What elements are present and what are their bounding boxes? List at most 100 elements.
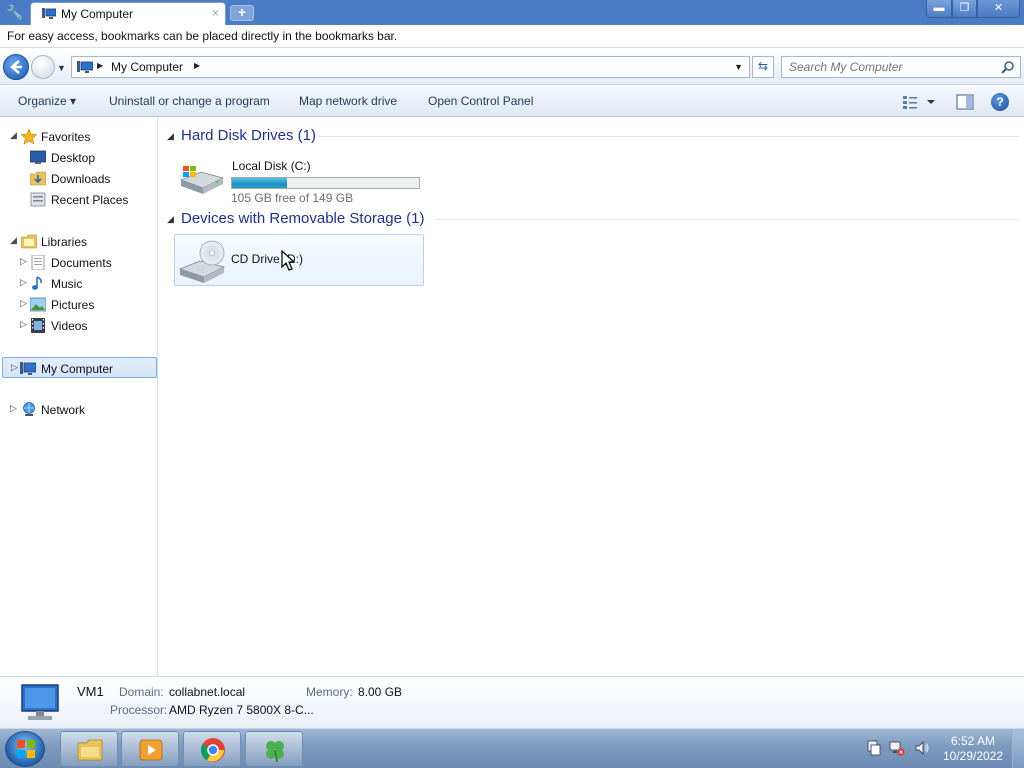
local-disk-free-space: 105 GB free of 149 GB: [231, 191, 354, 205]
maximize-button[interactable]: ❐: [952, 0, 977, 18]
address-row: ▼ ▶ My Computer ▶ ▼ ⇆: [0, 49, 1024, 85]
cd-drive-d[interactable]: CD Drive (D:): [174, 234, 424, 286]
breadcrumb-my-computer[interactable]: My Computer: [111, 60, 183, 74]
nav-favorites[interactable]: ◢ Favorites: [4, 126, 154, 147]
documents-icon: [30, 254, 46, 271]
nav-desktop[interactable]: Desktop: [4, 147, 154, 168]
expand-arrow-icon[interactable]: ▷: [11, 362, 18, 373]
collapse-arrow-icon[interactable]: ◢: [167, 131, 174, 142]
command-bar: Organize ▾ Uninstall or change a program…: [0, 86, 1024, 117]
content-area: ◢ Hard Disk Drives (1) Local Disk (C:) 1…: [159, 118, 1024, 676]
nav-music[interactable]: ▷ Music: [4, 273, 154, 294]
folder-icon: [77, 739, 103, 761]
start-button[interactable]: [5, 731, 45, 767]
collapse-arrow-icon[interactable]: ◢: [10, 130, 17, 141]
show-desktop-button[interactable]: [1012, 729, 1024, 768]
taskbar-explorer[interactable]: [60, 731, 118, 767]
pictures-icon: [29, 297, 47, 312]
star-icon: [20, 128, 38, 145]
expand-arrow-icon[interactable]: ▷: [20, 277, 27, 288]
forward-button[interactable]: [31, 55, 55, 79]
nav-videos[interactable]: ▷ Videos: [4, 315, 154, 336]
nav-recent-places-label: Recent Places: [51, 193, 129, 207]
nav-pictures-label: Pictures: [51, 298, 95, 312]
taskbar: 6:52 AM 10/29/2022: [0, 728, 1024, 768]
tab-my-computer[interactable]: My Computer ×: [30, 2, 226, 25]
network-disconnected-icon[interactable]: [889, 740, 905, 756]
local-disk-c[interactable]: Local Disk (C:) 105 GB free of 149 GB: [175, 154, 425, 205]
cd-drive-icon: [178, 240, 226, 283]
preview-pane-icon[interactable]: [956, 94, 974, 110]
nav-my-computer[interactable]: ▷ My Computer: [2, 357, 157, 378]
open-control-panel-button[interactable]: Open Control Panel: [428, 94, 533, 108]
computer-icon: [77, 61, 93, 73]
address-bar[interactable]: ▶ My Computer ▶ ▼: [71, 56, 750, 78]
clover-icon: [266, 741, 284, 763]
disk-usage-fill: [232, 178, 288, 188]
nav-videos-label: Videos: [51, 319, 88, 333]
address-dropdown-icon[interactable]: ▼: [734, 62, 743, 72]
downloads-folder-icon: [29, 171, 47, 186]
processor-label: Processor:: [110, 703, 168, 717]
nav-network[interactable]: ▷ Network: [4, 399, 154, 420]
search-input[interactable]: [789, 59, 999, 75]
clock[interactable]: 6:52 AM 10/29/2022: [940, 734, 1006, 764]
collapse-arrow-icon[interactable]: ◢: [167, 214, 174, 225]
clock-time: 6:52 AM: [950, 734, 996, 748]
computer-monitor-icon: [21, 684, 59, 720]
domain-label: Domain:: [119, 685, 164, 699]
nav-libraries-label: Libraries: [41, 235, 88, 249]
local-disk-name: Local Disk (C:): [232, 159, 311, 173]
help-button[interactable]: ?: [991, 93, 1009, 111]
mouse-cursor-icon: [281, 250, 296, 271]
nav-pictures[interactable]: ▷ Pictures: [4, 294, 154, 315]
collapse-arrow-icon[interactable]: ◢: [10, 235, 17, 246]
expand-arrow-icon[interactable]: ▷: [10, 403, 17, 414]
nav-recent-places[interactable]: Recent Places: [4, 189, 154, 210]
expand-arrow-icon[interactable]: ▷: [20, 256, 27, 267]
nav-downloads[interactable]: Downloads: [4, 168, 154, 189]
computer-icon: [42, 8, 56, 19]
map-network-drive-button[interactable]: Map network drive: [299, 94, 397, 108]
wrench-icon[interactable]: 🔧: [2, 0, 28, 25]
nav-documents[interactable]: ▷ Documents: [4, 252, 154, 273]
new-tab-button[interactable]: +: [230, 5, 254, 21]
back-button[interactable]: [3, 54, 29, 80]
search-box[interactable]: [781, 56, 1021, 78]
refresh-button[interactable]: ⇆: [752, 56, 774, 78]
videos-icon: [30, 318, 46, 333]
nav-documents-label: Documents: [51, 256, 112, 270]
nav-libraries[interactable]: ◢ Libraries: [4, 231, 154, 252]
network-icon: [21, 402, 37, 417]
back-arrow-icon: [10, 60, 22, 74]
desktop-icon: [29, 150, 47, 165]
breadcrumb-chevron-icon[interactable]: ▶: [97, 61, 103, 70]
organize-button[interactable]: Organize ▾: [18, 94, 76, 108]
navigation-pane: ◢ Favorites Desktop Downloads Recent Pla…: [0, 118, 158, 676]
taskbar-clover[interactable]: [245, 731, 303, 767]
media-player-icon: [139, 739, 163, 761]
expand-arrow-icon[interactable]: ▷: [20, 319, 27, 330]
minimize-button[interactable]: ▬: [926, 0, 952, 18]
taskbar-chrome[interactable]: [183, 731, 241, 767]
breadcrumb-chevron-icon[interactable]: ▶: [194, 61, 200, 70]
computer-name: VM1: [77, 684, 104, 699]
hard-disk-drives-title: Hard Disk Drives (1): [181, 127, 317, 144]
action-center-icon[interactable]: [866, 740, 882, 756]
processor-value: AMD Ryzen 7 5800X 8-C...: [169, 703, 314, 717]
disk-usage-bar: [231, 177, 420, 189]
change-view-icon[interactable]: [901, 94, 937, 110]
expand-arrow-icon[interactable]: ▷: [20, 298, 27, 309]
taskbar-media-player[interactable]: [121, 731, 179, 767]
windows-logo-icon: [17, 740, 35, 758]
libraries-icon: [20, 234, 38, 249]
domain-value: collabnet.local: [169, 685, 246, 699]
tab-close-icon[interactable]: ×: [212, 6, 219, 20]
recent-places-icon: [30, 192, 46, 207]
recent-pages-dropdown-icon[interactable]: ▼: [57, 63, 66, 73]
uninstall-program-button[interactable]: Uninstall or change a program: [109, 94, 270, 108]
search-icon[interactable]: [1001, 60, 1015, 74]
volume-icon[interactable]: [914, 740, 930, 756]
group-divider: [319, 136, 1019, 137]
close-button[interactable]: ✕: [977, 0, 1020, 18]
